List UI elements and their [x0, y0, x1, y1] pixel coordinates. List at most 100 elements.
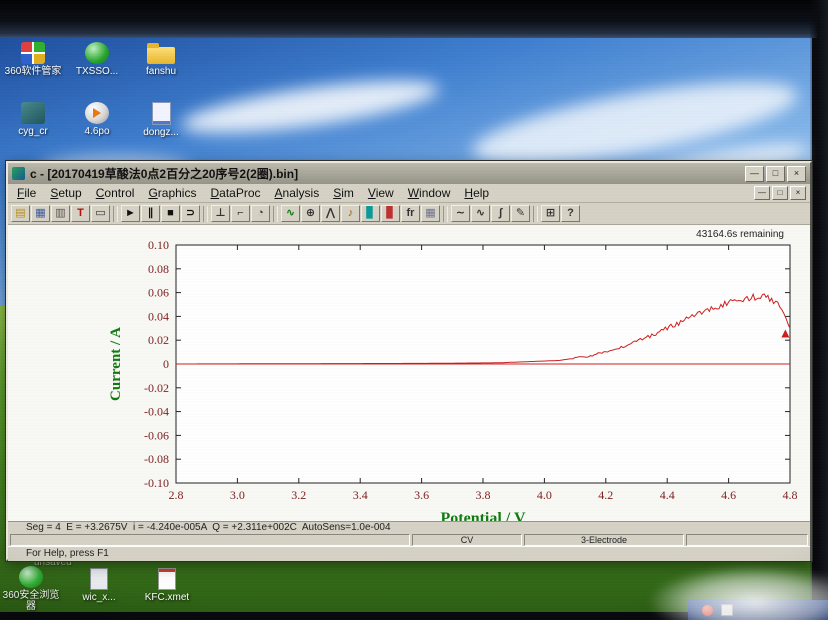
menu-control[interactable]: Control: [89, 185, 142, 201]
kfc-xmet-icon: [158, 568, 176, 590]
svg-text:3.2: 3.2: [291, 488, 306, 502]
integral-icon[interactable]: ∫: [491, 205, 510, 222]
svg-text:0.08: 0.08: [148, 262, 169, 276]
data-plot-icon[interactable]: ∿: [281, 205, 300, 222]
menu-graphics[interactable]: Graphics: [141, 185, 203, 201]
svg-text:4.8: 4.8: [783, 488, 798, 502]
desktop-icon-label: fanshu: [145, 66, 177, 77]
toolbar-separator: [443, 205, 448, 222]
instrument-status-line: Seg = 4 E = +3.2675V i = -4.240e-005A Q …: [8, 521, 810, 534]
baseline-icon[interactable]: ⊥: [211, 205, 230, 222]
svg-text:0.06: 0.06: [148, 286, 169, 300]
desktop-icon-label: 4.6po: [84, 126, 110, 137]
pen-icon[interactable]: ✎: [511, 205, 530, 222]
wic-x-icon: [90, 568, 108, 590]
run-icon[interactable]: ►: [121, 205, 140, 222]
desktop-icon-360-safe-browser[interactable]: 360安全浏览器: [2, 566, 60, 612]
menu-setup[interactable]: Setup: [43, 185, 88, 201]
menu-view[interactable]: View: [361, 185, 401, 201]
timer-icon[interactable]: ◔: [251, 205, 270, 222]
chart-client-area: 0.10 0.08 0.06 0.04 0.02 0 -0.02 -0.04 -0.06 -0.0…: [8, 225, 810, 521]
txsso-icon: [85, 42, 109, 64]
derivative-icon[interactable]: ∿: [471, 205, 490, 222]
desktop-icon-cyg-cr[interactable]: cyg_cr: [4, 102, 62, 162]
360-software-manager-icon: [21, 42, 45, 64]
svg-text:4.4: 4.4: [660, 488, 675, 502]
menu-items: File Setup Control Graphics DataProc Analysis…: [10, 185, 754, 201]
toolbar-separator: [203, 205, 208, 222]
close-button[interactable]: ×: [787, 165, 806, 182]
desktop-icon-360-software-manager[interactable]: 360软件管家: [4, 42, 62, 102]
menu-bar: File Setup Control Graphics DataProc Analysis…: [8, 184, 810, 203]
text-tool-icon[interactable]: T: [71, 205, 90, 222]
pause-icon[interactable]: ∥: [141, 205, 160, 222]
help-pointer-icon[interactable]: ?: [561, 205, 580, 222]
grid-icon[interactable]: ⊞: [541, 205, 560, 222]
app-icon: [12, 167, 25, 180]
electrode-mode-label: 3-Electrode: [524, 534, 684, 546]
child-close-button[interactable]: ×: [790, 186, 806, 200]
menu-window[interactable]: Window: [401, 185, 458, 201]
title-controls: — □ ×: [745, 165, 806, 182]
desktop-icon-4-6po[interactable]: 4.6po: [68, 102, 126, 162]
svg-text:3.4: 3.4: [353, 488, 368, 502]
zoom-icon[interactable]: ⊕: [301, 205, 320, 222]
monitor-bezel-right: [810, 0, 828, 620]
svg-text:4.6: 4.6: [721, 488, 736, 502]
color-bars-icon[interactable]: ▊: [361, 205, 380, 222]
copy-window-icon[interactable]: ▭: [91, 205, 110, 222]
alarm-icon[interactable]: ♪: [341, 205, 360, 222]
open-icon[interactable]: ▤: [11, 205, 30, 222]
technique-status-bar: CV 3-Electrode: [8, 534, 810, 546]
svg-text:2.8: 2.8: [169, 488, 184, 502]
maximize-button[interactable]: □: [766, 165, 785, 182]
minimize-button[interactable]: —: [745, 165, 764, 182]
child-minimize-button[interactable]: —: [754, 186, 770, 200]
toolbar-separator: [533, 205, 538, 222]
svg-text:0: 0: [163, 357, 169, 371]
svg-text:0.04: 0.04: [148, 309, 169, 323]
fr-tool-icon[interactable]: fr: [401, 205, 420, 222]
desktop-icon-wic-x[interactable]: wic_x...: [70, 566, 128, 612]
title-bar[interactable]: c - [20170419草酸法0点2百分之20序号2(2圈).bin] — □ ×: [8, 163, 810, 184]
menu-analysis[interactable]: Analysis: [268, 185, 327, 201]
desktop-icon-fanshu-folder[interactable]: fanshu: [132, 42, 190, 102]
print-icon[interactable]: ▥: [51, 205, 70, 222]
menu-sim[interactable]: Sim: [326, 185, 361, 201]
svg-text:4.0: 4.0: [537, 488, 552, 502]
cv-chart: 0.10 0.08 0.06 0.04 0.02 0 -0.02 -0.04 -0.06 -0.0…: [108, 229, 798, 521]
svg-text:-0.04: -0.04: [144, 405, 169, 419]
menu-help[interactable]: Help: [457, 185, 496, 201]
desktop-icon-label: cyg_cr: [18, 126, 48, 137]
peak-icon[interactable]: ⋀: [321, 205, 340, 222]
chi-app-window: c - [20170419草酸法0点2百分之20序号2(2圈).bin] — □ ×…: [6, 161, 812, 561]
menu-file[interactable]: File: [10, 185, 43, 201]
svg-text:0.10: 0.10: [148, 238, 169, 252]
svg-text:3.8: 3.8: [476, 488, 491, 502]
film-icon[interactable]: ▦: [421, 205, 440, 222]
stop-icon[interactable]: ■: [161, 205, 180, 222]
cloud: [178, 70, 442, 144]
color-bars2-icon[interactable]: ▊: [381, 205, 400, 222]
svg-text:-0.10: -0.10: [144, 476, 169, 490]
save-icon[interactable]: ▦: [31, 205, 50, 222]
svg-text:0.02: 0.02: [148, 333, 169, 347]
desktop-icon-dongz[interactable]: dongz...: [132, 102, 190, 162]
smooth-icon[interactable]: ∼: [451, 205, 470, 222]
y-axis-title: Current / A: [108, 327, 124, 401]
menu-dataproc[interactable]: DataProc: [203, 185, 267, 201]
fanshu-folder-icon: [147, 43, 175, 64]
x-axis-title: Potential / V: [440, 510, 525, 521]
remaining-time-label: 43164.6s remaining: [696, 229, 784, 240]
svg-text:-0.06: -0.06: [144, 428, 169, 442]
slope-icon[interactable]: ⌐: [231, 205, 250, 222]
reverse-scan-icon[interactable]: ⊃: [181, 205, 200, 222]
svg-text:4.2: 4.2: [598, 488, 613, 502]
dongz-icon: [151, 102, 171, 125]
status-cell-empty: [686, 534, 808, 546]
desktop-icon-txsso[interactable]: TXSSO...: [68, 42, 126, 102]
desktop-icon-kfc-xmet[interactable]: KFC.xmet: [138, 566, 196, 612]
help-status-bar: For Help, press F1: [8, 546, 810, 561]
desktop-icons-top: 360软件管家 TXSSO... fanshu cyg_cr 4.6po dongz...: [4, 42, 196, 162]
child-restore-button[interactable]: □: [772, 186, 788, 200]
